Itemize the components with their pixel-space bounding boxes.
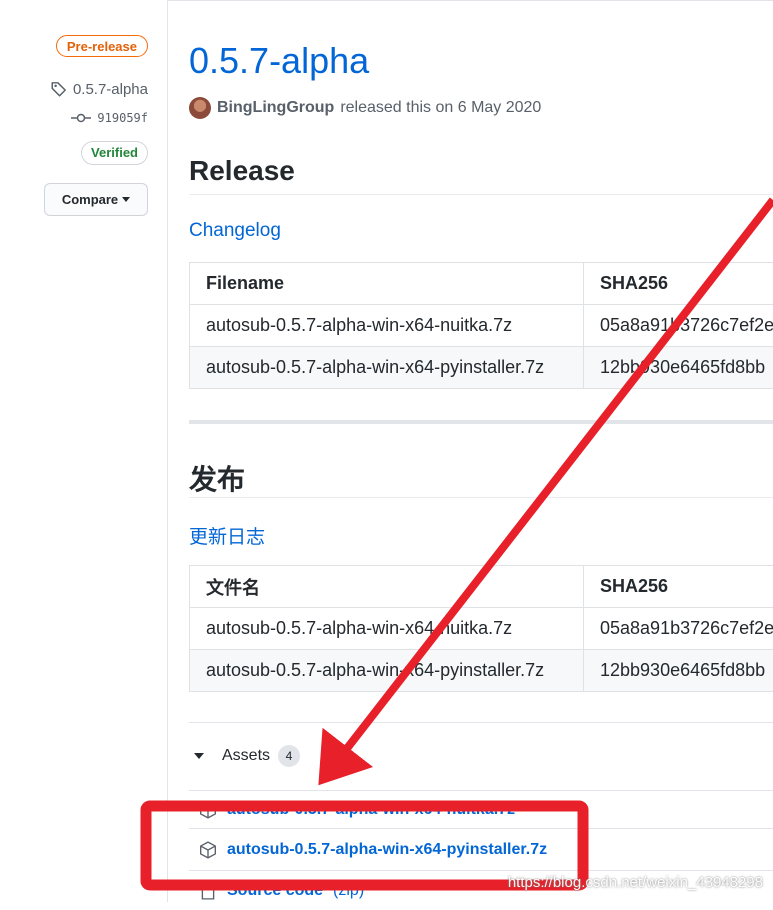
release-title[interactable]: 0.5.7-alpha — [189, 40, 369, 82]
header-filename: Filename — [190, 263, 584, 305]
sidebar-divider — [167, 0, 168, 902]
asset-item[interactable]: autosub-0.5.7-alpha-win-x64-pyinstaller.… — [189, 828, 773, 870]
table-cell: 05a8a91b3726c7ef2e — [584, 608, 773, 650]
table-row: autosub-0.5.7-alpha-win-x64-pyinstaller.… — [190, 347, 773, 389]
header-sha256: SHA256 — [584, 263, 773, 305]
commit-link[interactable]: 919059f — [71, 111, 148, 125]
commit-icon — [71, 112, 91, 124]
table-row: autosub-0.5.7-alpha-win-x64-nuitka.7z 05… — [190, 305, 773, 347]
asset-link[interactable]: Source code — [227, 882, 323, 900]
table-cell: autosub-0.5.7-alpha-win-x64-pyinstaller.… — [190, 347, 584, 389]
table-row: autosub-0.5.7-alpha-win-x64-nuitka.7z 05… — [190, 608, 773, 650]
assets-toggle[interactable]: Assets 4 — [189, 745, 300, 767]
verified-badge[interactable]: Verified — [81, 141, 148, 165]
avatar[interactable] — [189, 97, 211, 119]
assets-separator — [189, 722, 773, 723]
checksum-table-zh: 文件名 SHA256 autosub-0.5.7-alpha-win-x64-n… — [189, 565, 773, 692]
table-cell: autosub-0.5.7-alpha-win-x64-pyinstaller.… — [190, 650, 584, 692]
checksum-table-en: Filename SHA256 autosub-0.5.7-alpha-win-… — [189, 262, 773, 389]
table-cell: autosub-0.5.7-alpha-win-x64-nuitka.7z — [190, 305, 584, 347]
table-cell: 12bb930e6465fd8bb — [584, 347, 773, 389]
tag-label: 0.5.7-alpha — [73, 81, 148, 98]
table-cell: 12bb930e6465fd8bb — [584, 650, 773, 692]
author-link[interactable]: BingLingGroup — [217, 99, 334, 117]
assets-count: 4 — [278, 745, 300, 767]
heading-release-zh: 发布 — [189, 458, 245, 498]
table-header-row: Filename SHA256 — [190, 263, 773, 305]
prerelease-badge: Pre-release — [56, 35, 148, 57]
release-main: 0.5.7-alpha BingLingGroup released this … — [189, 0, 773, 902]
header-sha256: SHA256 — [584, 566, 773, 608]
commit-sha: 919059f — [97, 111, 148, 125]
table-header-row: 文件名 SHA256 — [190, 566, 773, 608]
watermark-text: https://blog.csdn.net/weixin_43948298 — [508, 874, 763, 891]
package-icon — [199, 801, 217, 819]
release-sidebar: Pre-release 0.5.7-alpha 919059f Verified… — [0, 0, 168, 902]
file-zip-icon — [199, 882, 217, 900]
table-cell: autosub-0.5.7-alpha-win-x64-nuitka.7z — [190, 608, 584, 650]
changelog-link-zh[interactable]: 更新日志 — [189, 522, 265, 549]
release-meta: BingLingGroup released this on 6 May 202… — [189, 97, 541, 119]
header-filename: 文件名 — [190, 566, 584, 608]
section-separator — [189, 420, 773, 424]
heading-release: Release — [189, 155, 295, 187]
triangle-down-icon — [194, 753, 204, 759]
tag-icon — [50, 80, 68, 98]
caret-down-icon — [122, 197, 130, 203]
compare-label: Compare — [62, 192, 118, 207]
released-text: released this on 6 May 2020 — [340, 99, 541, 117]
asset-link[interactable]: autosub-0.5.7-alpha-win-x64-nuitka.7z — [227, 801, 515, 819]
changelog-link[interactable]: Changelog — [189, 220, 281, 242]
heading-underline — [189, 194, 773, 195]
asset-link[interactable]: autosub-0.5.7-alpha-win-x64-pyinstaller.… — [227, 841, 547, 859]
tag-link[interactable]: 0.5.7-alpha — [50, 80, 148, 98]
compare-button[interactable]: Compare — [44, 183, 148, 216]
package-icon — [199, 841, 217, 859]
assets-label: Assets — [222, 747, 270, 765]
asset-list: autosub-0.5.7-alpha-win-x64-nuitka.7z au… — [189, 790, 773, 910]
heading-underline — [189, 497, 773, 498]
asset-suffix: (zip) — [333, 882, 364, 900]
asset-item[interactable]: autosub-0.5.7-alpha-win-x64-nuitka.7z — [189, 790, 773, 828]
table-row: autosub-0.5.7-alpha-win-x64-pyinstaller.… — [190, 650, 773, 692]
table-cell: 05a8a91b3726c7ef2e — [584, 305, 773, 347]
